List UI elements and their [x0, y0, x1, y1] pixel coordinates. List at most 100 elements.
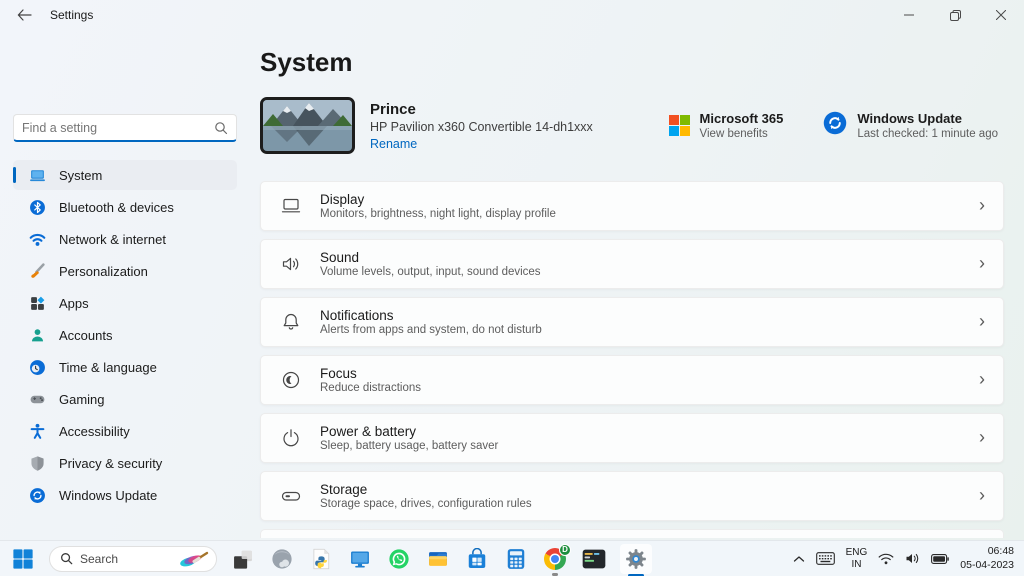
tray-chevron-up-icon[interactable] — [793, 555, 805, 563]
settings-list: DisplayMonitors, brightness, night light… — [260, 181, 1004, 538]
taskbar-search[interactable]: Search — [49, 546, 217, 572]
row-title: Storage — [320, 482, 532, 497]
settings-row-sound[interactable]: SoundVolume levels, output, input, sound… — [260, 239, 1004, 289]
sidebar-item-accounts[interactable]: Accounts — [13, 320, 237, 350]
windows-update-subtitle: Last checked: 1 minute ago — [857, 128, 998, 140]
rename-link[interactable]: Rename — [370, 137, 593, 151]
microsoft-logo-icon — [669, 115, 690, 136]
device-wallpaper-thumbnail — [260, 97, 355, 154]
sidebar-nav: System Bluetooth & devices Network & int… — [13, 160, 237, 510]
language-indicator[interactable]: ENG IN — [846, 547, 868, 570]
personalization-icon — [29, 263, 46, 280]
search-highlight-art-icon — [176, 550, 210, 568]
focus-icon — [279, 368, 303, 392]
main-content: System — [250, 30, 1024, 540]
accessibility-icon — [29, 423, 46, 440]
settings-row-display[interactable]: DisplayMonitors, brightness, night light… — [260, 181, 1004, 231]
region-code: IN — [846, 559, 868, 571]
sidebar-item-bluetooth-devices[interactable]: Bluetooth & devices — [13, 192, 237, 222]
language-code: ENG — [846, 547, 868, 559]
start-button[interactable] — [10, 546, 36, 572]
window-controls — [886, 0, 1024, 30]
back-button[interactable] — [12, 3, 36, 27]
settings-row-partial[interactable] — [260, 529, 1004, 538]
touch-keyboard-icon[interactable] — [816, 552, 835, 565]
volume-icon[interactable] — [905, 552, 920, 565]
row-subtitle: Monitors, brightness, night light, displ… — [320, 208, 556, 220]
row-subtitle: Reduce distractions — [320, 382, 421, 394]
row-subtitle: Storage space, drives, configuration rul… — [320, 498, 532, 510]
sidebar-item-apps[interactable]: Apps — [13, 288, 237, 318]
sidebar-item-accessibility[interactable]: Accessibility — [13, 416, 237, 446]
whatsapp-icon[interactable] — [386, 546, 412, 572]
minimize-button[interactable] — [886, 0, 932, 30]
device-header: Prince HP Pavilion x360 Convertible 14-d… — [260, 97, 1004, 154]
close-button[interactable] — [978, 0, 1024, 30]
calculator-icon[interactable] — [503, 546, 529, 572]
settings-row-focus[interactable]: FocusReduce distractions › — [260, 355, 1004, 405]
sidebar-item-system[interactable]: System — [13, 160, 237, 190]
microsoft-store-icon[interactable] — [464, 546, 490, 572]
settings-row-storage[interactable]: StorageStorage space, drives, configurat… — [260, 471, 1004, 521]
this-pc-icon[interactable] — [347, 546, 373, 572]
row-subtitle: Alerts from apps and system, do not dist… — [320, 324, 542, 336]
chevron-right-icon: › — [979, 428, 985, 448]
sidebar-item-windows-update[interactable]: Windows Update — [13, 480, 237, 510]
sidebar-item-label: Windows Update — [59, 488, 157, 503]
search-input[interactable] — [14, 115, 236, 140]
sidebar-item-label: Accounts — [59, 328, 112, 343]
sidebar-item-label: Network & internet — [59, 232, 166, 247]
row-subtitle: Sleep, battery usage, battery saver — [320, 440, 498, 452]
row-title: Power & battery — [320, 424, 498, 439]
terminal-icon[interactable] — [581, 546, 607, 572]
sidebar: System Bluetooth & devices Network & int… — [0, 30, 250, 540]
chevron-right-icon: › — [979, 486, 985, 506]
python-file-icon[interactable] — [308, 546, 334, 572]
sidebar-item-network-internet[interactable]: Network & internet — [13, 224, 237, 254]
sound-icon — [279, 252, 303, 276]
settings-row-power-battery[interactable]: Power & batterySleep, battery usage, bat… — [260, 413, 1004, 463]
sidebar-item-privacy-security[interactable]: Privacy & security — [13, 448, 237, 478]
wifi-icon[interactable] — [878, 553, 894, 565]
system-icon — [29, 167, 46, 184]
chevron-right-icon: › — [979, 196, 985, 216]
sidebar-item-label: Apps — [59, 296, 89, 311]
battery-icon[interactable] — [931, 554, 949, 564]
taskbar-clock[interactable]: 06:48 05-04-2023 — [960, 545, 1014, 572]
chevron-right-icon: › — [979, 254, 985, 274]
sidebar-item-label: Time & language — [59, 360, 157, 375]
chrome-icon[interactable]: D — [542, 546, 568, 572]
microsoft-365-subtitle: View benefits — [700, 128, 784, 140]
gray-globe-app-icon[interactable] — [269, 546, 295, 572]
squares-app-icon[interactable] — [230, 546, 256, 572]
display-icon — [279, 194, 303, 218]
row-title: Sound — [320, 250, 541, 265]
sidebar-item-gaming[interactable]: Gaming — [13, 384, 237, 414]
search-icon — [60, 552, 73, 565]
accounts-icon — [29, 327, 46, 344]
chevron-right-icon: › — [979, 312, 985, 332]
file-explorer-icon[interactable] — [425, 546, 451, 572]
storage-icon — [279, 484, 303, 508]
sidebar-item-time-language[interactable]: Time & language — [13, 352, 237, 382]
settings-icon[interactable] — [620, 544, 652, 574]
sidebar-item-label: Personalization — [59, 264, 148, 279]
device-model: HP Pavilion x360 Convertible 14-dh1xxx — [370, 120, 593, 134]
microsoft-365-card[interactable]: Microsoft 365 View benefits — [669, 111, 784, 140]
chrome-profile-badge: D — [559, 544, 571, 556]
tray-date: 05-04-2023 — [960, 559, 1014, 573]
sidebar-item-personalization[interactable]: Personalization — [13, 256, 237, 286]
sidebar-item-label: Accessibility — [59, 424, 130, 439]
restore-button[interactable] — [932, 0, 978, 30]
settings-row-notifications[interactable]: NotificationsAlerts from apps and system… — [260, 297, 1004, 347]
apps-icon — [29, 295, 46, 312]
find-setting-searchbox[interactable] — [13, 114, 237, 142]
search-icon — [214, 121, 228, 140]
row-title: Display — [320, 192, 556, 207]
sidebar-item-label: Privacy & security — [59, 456, 162, 471]
windows-update-icon — [29, 487, 46, 504]
windows-update-title: Windows Update — [857, 111, 998, 126]
tray-time: 06:48 — [960, 545, 1014, 559]
sidebar-item-label: System — [59, 168, 102, 183]
windows-update-card[interactable]: Windows Update Last checked: 1 minute ag… — [823, 111, 998, 140]
